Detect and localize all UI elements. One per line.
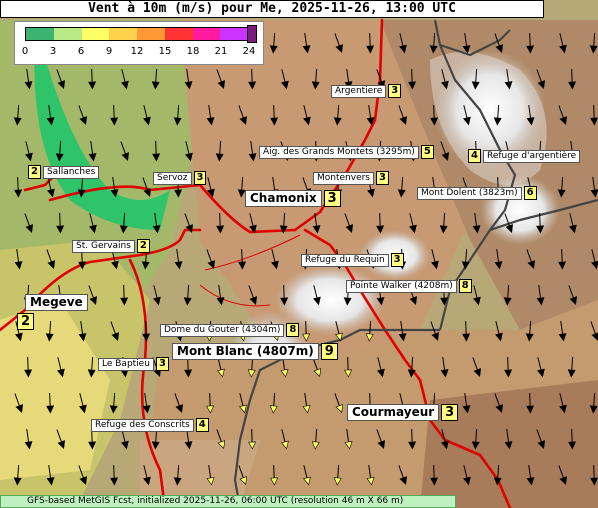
place-name: Mont Blanc (4807m) [172, 343, 319, 360]
legend-tick: 21 [214, 46, 228, 57]
legend-swatch [81, 28, 110, 40]
place-name: Montenvers [313, 171, 374, 185]
place-name: Pointe Walker (4208m) [346, 279, 457, 293]
place-name: St. Gervains [72, 239, 135, 253]
place-label-refuge-argentiere[interactable]: 4 Refuge d'argentière [468, 149, 581, 163]
wind-value: 8 [286, 323, 300, 337]
map-title: Vent à 10m (m/s) pour Me, 2025-11-26, 13… [0, 0, 544, 18]
place-label-dome-du-gouter[interactable]: Dome du Gouter (4304m) 8 [160, 323, 300, 337]
legend-color-bar [25, 27, 249, 41]
wind-value: 9 [320, 343, 338, 360]
legend-swatch [53, 28, 82, 40]
legend-tick: 6 [77, 46, 85, 57]
place-label-megeve[interactable]: Megeve 2 [17, 294, 88, 330]
place-name: Courmayeur [347, 404, 440, 421]
forecast-footer: GFS-based MetGIS Fcst, initialized 2025-… [0, 495, 456, 508]
place-name: Megeve [25, 294, 88, 311]
place-name: Aig. des Grands Montets (3295m) [259, 145, 419, 159]
place-name: Sallanches [42, 165, 100, 179]
legend-swatch [192, 28, 221, 40]
place-label-montenvers[interactable]: Montenvers 3 [313, 171, 389, 185]
place-name: Refuge d'argentière [482, 149, 581, 163]
wind-value: 5 [420, 145, 434, 159]
legend-swatch [109, 28, 137, 40]
place-label-courmayeur[interactable]: Courmayeur 3 [347, 404, 459, 421]
wind-value: 3 [323, 190, 341, 207]
legend-cap [247, 25, 257, 43]
legend-swatch [220, 28, 248, 40]
wind-value: 3 [390, 253, 404, 267]
wind-value: 4 [195, 418, 209, 432]
place-name: Argentiere [331, 84, 387, 98]
place-name: Servoz [153, 171, 192, 185]
wind-value: 3 [441, 404, 459, 421]
legend-tick: 0 [21, 46, 29, 57]
place-label-argentiere[interactable]: Argentiere 3 [331, 84, 402, 98]
place-label-mont-dolent[interactable]: Mont Dolent (3823m) 6 [417, 186, 537, 200]
wind-value: 6 [523, 186, 537, 200]
place-name: Refuge du Requin [301, 253, 389, 267]
wind-value: 2 [136, 239, 150, 253]
wind-value: 2 [17, 313, 35, 330]
legend-tick: 12 [130, 46, 144, 57]
wind-value: 3 [376, 171, 389, 185]
wind-value: 3 [155, 357, 169, 371]
place-label-pointe-walker[interactable]: Pointe Walker (4208m) 8 [346, 279, 472, 293]
legend-tick: 15 [158, 46, 172, 57]
legend-tick: 18 [186, 46, 200, 57]
place-label-st-gervains[interactable]: St. Gervains 2 [72, 239, 150, 253]
place-label-refuge-requin[interactable]: Refuge du Requin 3 [301, 253, 404, 267]
legend-tick: 9 [105, 46, 113, 57]
place-label-le-baptieu[interactable]: Le Baptieu 3 [98, 357, 169, 371]
place-label-refuge-des-conscrits[interactable]: Refuge des Conscrits 4 [91, 418, 209, 432]
legend-tick: 24 [242, 46, 256, 57]
wind-value: 2 [28, 165, 41, 179]
place-name: Refuge des Conscrits [91, 418, 194, 432]
place-label-sallanches[interactable]: 2 Sallanches [28, 165, 100, 179]
place-label-mont-blanc[interactable]: Mont Blanc (4807m) 9 [172, 343, 338, 360]
legend-swatch [26, 28, 54, 40]
place-name: Mont Dolent (3823m) [417, 186, 522, 200]
legend-swatch [137, 28, 165, 40]
wind-value: 3 [388, 84, 402, 98]
place-name: Chamonix [245, 190, 322, 207]
place-label-grands-montets[interactable]: Aig. des Grands Montets (3295m) 5 [259, 145, 434, 159]
place-name: Le Baptieu [98, 357, 154, 371]
place-label-servoz[interactable]: Servoz 3 [153, 171, 207, 185]
legend-tick: 3 [49, 46, 57, 57]
legend-swatch [164, 28, 193, 40]
place-label-chamonix[interactable]: Chamonix 3 [245, 190, 341, 207]
wind-value: 3 [193, 171, 207, 185]
wind-value: 8 [458, 279, 472, 293]
wind-value: 4 [468, 149, 481, 163]
wind-map [0, 0, 598, 508]
place-name: Dome du Gouter (4304m) [160, 323, 285, 337]
wind-speed-legend: 0 3 6 9 12 15 18 21 24 [14, 21, 264, 65]
